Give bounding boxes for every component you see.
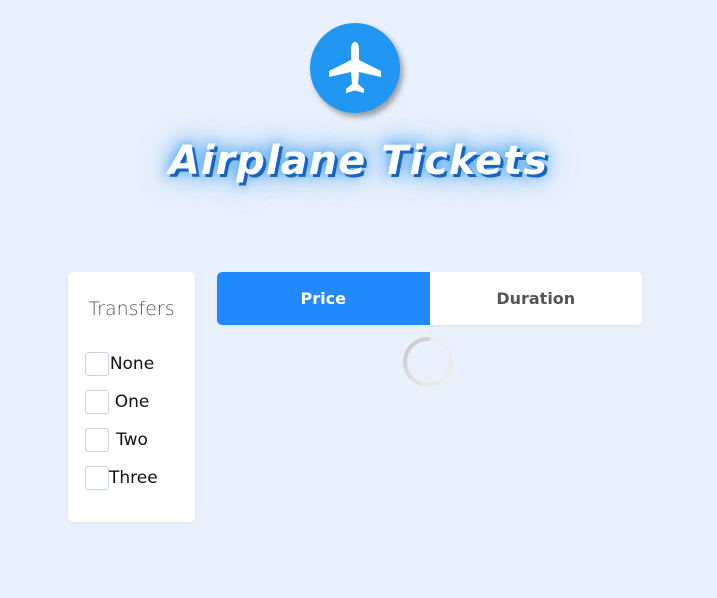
filter-option-label: None xyxy=(109,354,155,374)
filter-option-three[interactable]: Three xyxy=(85,466,195,492)
none-checkbox[interactable] xyxy=(85,352,109,376)
sort-tabs: Price Duration xyxy=(217,272,642,325)
two-checkbox[interactable] xyxy=(85,428,109,452)
airplane-logo xyxy=(310,23,400,113)
transfers-filter-panel: Transfers None One Two Three xyxy=(68,272,195,522)
transfers-filter-title: Transfers xyxy=(88,298,175,320)
filter-option-two[interactable]: Two xyxy=(85,428,195,454)
tab-duration[interactable]: Duration xyxy=(429,272,642,325)
one-checkbox[interactable] xyxy=(85,390,109,414)
filter-option-label: One xyxy=(114,392,150,412)
three-checkbox[interactable] xyxy=(85,466,109,490)
filter-option-label: Three xyxy=(109,468,158,488)
page-title: Airplane Tickets xyxy=(168,138,549,184)
filter-option-one[interactable]: One xyxy=(85,390,195,416)
loading-spinner-icon xyxy=(403,337,453,387)
filter-option-label: Two xyxy=(116,430,148,450)
airplane-icon xyxy=(329,42,381,93)
filter-option-none[interactable]: None xyxy=(85,352,195,378)
tab-price[interactable]: Price xyxy=(217,272,430,325)
